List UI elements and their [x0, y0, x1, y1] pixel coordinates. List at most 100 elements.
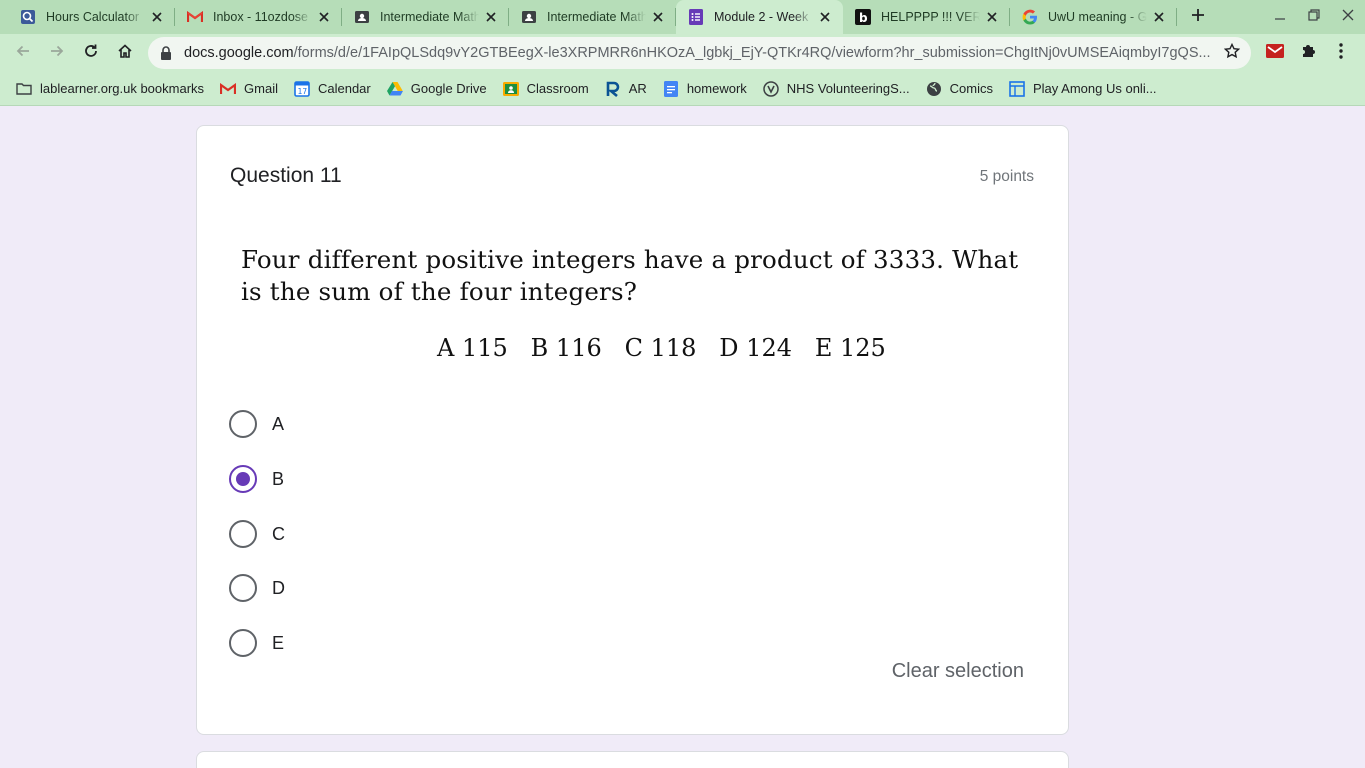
close-icon [1342, 8, 1354, 26]
puzzle-icon [1300, 43, 1316, 64]
drive-icon [386, 81, 403, 97]
answer-choices-line: A 115 B 116 C 118 D 124 E 125 [437, 334, 886, 362]
bookmark-lablearner[interactable]: lablearner.org.uk bookmarks [8, 75, 212, 103]
tab-strip: Hours Calculator Inbox - 11ozdose Interm… [0, 0, 1365, 34]
classroom-icon [354, 9, 370, 25]
svg-text:17: 17 [298, 87, 308, 96]
close-icon[interactable] [984, 9, 1000, 25]
tab-module-2[interactable]: Module 2 - Week [676, 0, 843, 34]
form-page: Question 11 5 points Four different posi… [0, 107, 1365, 768]
bookmark-star-button[interactable] [1217, 38, 1247, 68]
more-vert-icon [1339, 42, 1343, 64]
bookmark-label: Gmail [244, 81, 278, 96]
bookmark-google-drive[interactable]: Google Drive [379, 75, 495, 103]
restore-button[interactable] [1297, 0, 1331, 34]
bookmark-comics[interactable]: Comics [918, 75, 1001, 103]
question-text: Four different positive integers have a … [241, 245, 1019, 306]
back-button[interactable] [6, 36, 40, 70]
star-icon [1223, 42, 1241, 64]
close-icon[interactable] [817, 9, 833, 25]
option-a[interactable]: A [229, 409, 284, 439]
close-icon[interactable] [149, 9, 165, 25]
bookmark-label: lablearner.org.uk bookmarks [40, 81, 205, 96]
tab-intermediate-math-1[interactable]: Intermediate Math [342, 0, 509, 34]
volunteer-icon [763, 80, 779, 97]
radio-button-c[interactable] [229, 520, 257, 548]
reload-button[interactable] [74, 36, 108, 70]
bookmark-ar[interactable]: AR [597, 75, 655, 103]
url-text[interactable]: docs.google.com/forms/d/e/1FAIpQLSdq9vY2… [184, 45, 1217, 61]
bookmark-label: Play Among Us onli... [1032, 81, 1157, 96]
arrow-left-icon [15, 43, 31, 64]
bookmark-label: AR [628, 81, 647, 96]
tab-title: UwU meaning - G [1048, 10, 1147, 24]
bookmark-nhs-volunteering[interactable]: NHS VolunteeringS... [755, 75, 918, 103]
extensions-button[interactable] [1294, 39, 1322, 67]
option-label: A [272, 413, 285, 434]
globe-icon [926, 81, 942, 97]
option-b[interactable]: B [229, 464, 284, 494]
bookmark-homework[interactable]: homework [655, 75, 755, 103]
question-title: Question 11 [230, 164, 342, 187]
clear-selection-button[interactable]: Clear selection [892, 660, 1024, 683]
close-icon[interactable] [483, 9, 499, 25]
tab-title: Inbox - 11ozdose [213, 10, 308, 24]
close-icon[interactable] [1151, 9, 1167, 25]
radio-button-e[interactable] [229, 629, 257, 657]
forward-button[interactable] [40, 36, 74, 70]
gmail-extension-button[interactable] [1261, 39, 1289, 67]
browser-toolbar: docs.google.com/forms/d/e/1FAIpQLSdq9vY2… [0, 34, 1365, 72]
tab-hours-calculator[interactable]: Hours Calculator [8, 0, 175, 34]
tab-title: Intermediate Math [547, 10, 646, 24]
home-button[interactable] [108, 36, 142, 70]
tab-intermediate-math-2[interactable]: Intermediate Math [509, 0, 676, 34]
game-icon [1009, 80, 1025, 97]
bookmark-among-us[interactable]: Play Among Us onli... [1001, 75, 1165, 103]
gmail-icon [1266, 43, 1284, 63]
bookmark-label: Calendar [317, 81, 371, 96]
google-icon [1022, 9, 1038, 25]
menu-button[interactable] [1327, 39, 1355, 67]
option-d[interactable]: D [229, 573, 285, 603]
gmail-icon [187, 9, 203, 25]
close-icon[interactable] [316, 9, 332, 25]
tab-inbox[interactable]: Inbox - 11ozdose [175, 0, 342, 34]
home-icon [117, 43, 133, 64]
classroom-icon [521, 9, 537, 25]
option-e[interactable]: E [229, 628, 284, 658]
lock-icon [160, 46, 174, 60]
bookmark-calendar[interactable]: 17 Calendar [286, 75, 379, 103]
option-c[interactable]: C [229, 519, 285, 549]
url-path: /forms/d/e/1FAIpQLSdq9vY2GTBEegX-le3XRPM… [293, 45, 1211, 61]
radio-button-b[interactable] [229, 465, 257, 493]
tab-uwu-meaning[interactable]: UwU meaning - G [1010, 0, 1177, 34]
option-label: D [272, 577, 285, 598]
reload-icon [83, 43, 99, 64]
tab-helpppp[interactable]: b HELPPPP !!! VERY [843, 0, 1010, 34]
bookmark-gmail[interactable]: Gmail [212, 75, 286, 103]
radio-button-a[interactable] [229, 410, 257, 438]
option-label: E [272, 632, 285, 653]
minimize-button[interactable] [1263, 0, 1297, 34]
folder-icon [16, 81, 32, 97]
gmail-icon [220, 81, 237, 97]
bookmark-label: Google Drive [410, 81, 487, 96]
option-label: B [272, 468, 285, 489]
ar-icon [605, 81, 621, 97]
svg-text:b: b [859, 11, 868, 25]
forms-icon [688, 9, 704, 25]
bookmark-label: Classroom [526, 81, 589, 96]
question-card: Question 11 5 points Four different posi… [196, 125, 1069, 735]
radio-button-d[interactable] [229, 574, 257, 602]
calendar-icon: 17 [294, 80, 310, 97]
arrow-right-icon [49, 43, 65, 64]
close-window-button[interactable] [1331, 0, 1365, 34]
close-icon[interactable] [650, 9, 666, 25]
tab-title: Intermediate Math [380, 10, 479, 24]
bookmark-label: homework [686, 81, 747, 96]
new-tab-button[interactable] [1181, 0, 1215, 34]
question-image: Four different positive integers have a … [241, 244, 1041, 362]
bookmark-classroom[interactable]: Classroom [495, 75, 597, 103]
search-icon [20, 9, 36, 25]
address-bar[interactable]: docs.google.com/forms/d/e/1FAIpQLSdq9vY2… [148, 37, 1251, 69]
